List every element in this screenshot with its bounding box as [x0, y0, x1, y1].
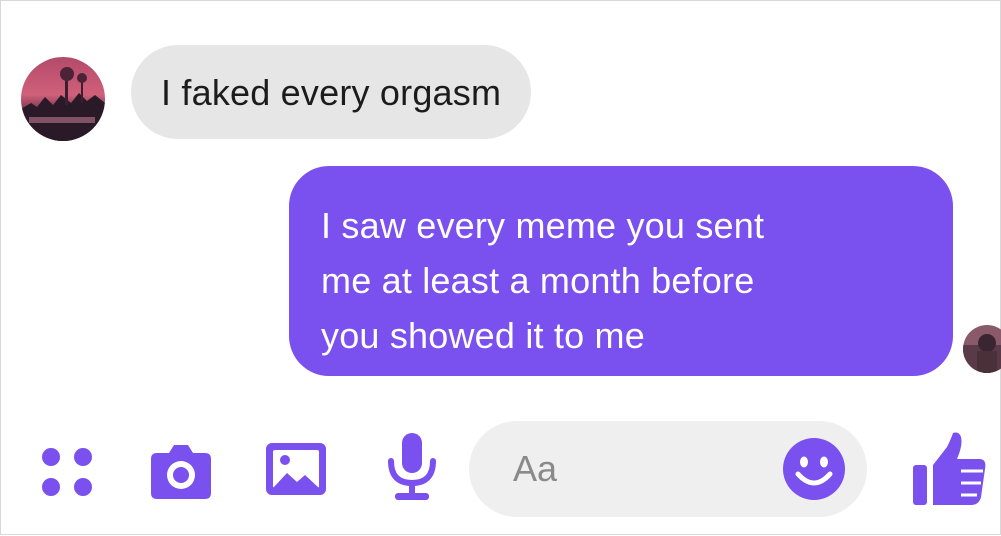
composer-bar: Aa — [1, 401, 1001, 536]
chat-window: I faked every orgasm I saw every meme yo… — [0, 0, 1001, 535]
like-button[interactable] — [907, 429, 991, 509]
grid-dots-icon — [42, 448, 92, 496]
smiley-emoji-icon — [783, 438, 845, 500]
read-receipt-avatar — [963, 325, 1001, 373]
received-message-text: I faked every orgasm — [161, 71, 502, 113]
camera-icon — [151, 445, 211, 499]
camera-button[interactable] — [147, 439, 215, 503]
microphone-icon — [388, 433, 436, 500]
sent-message-line: you showed it to me — [321, 315, 645, 356]
read-receipt-avatar-image — [963, 325, 1001, 373]
sent-message-line: I saw every meme you sent — [321, 205, 765, 246]
gallery-button[interactable] — [263, 437, 329, 501]
voice-message-button[interactable] — [383, 429, 441, 505]
more-actions-button[interactable] — [39, 443, 95, 499]
image-icon — [266, 443, 326, 495]
message-input[interactable]: Aa — [469, 421, 867, 517]
thumbs-up-icon — [913, 432, 986, 505]
sent-message-bubble[interactable]: I saw every meme you sent me at least a … — [289, 166, 953, 376]
received-message-bubble[interactable]: I faked every orgasm — [131, 45, 532, 139]
contact-avatar[interactable] — [21, 57, 105, 141]
emoji-button[interactable] — [781, 436, 847, 502]
message-input-placeholder: Aa — [513, 448, 558, 489]
sent-message-line: me at least a month before — [321, 260, 755, 301]
contact-avatar-image — [21, 57, 105, 141]
